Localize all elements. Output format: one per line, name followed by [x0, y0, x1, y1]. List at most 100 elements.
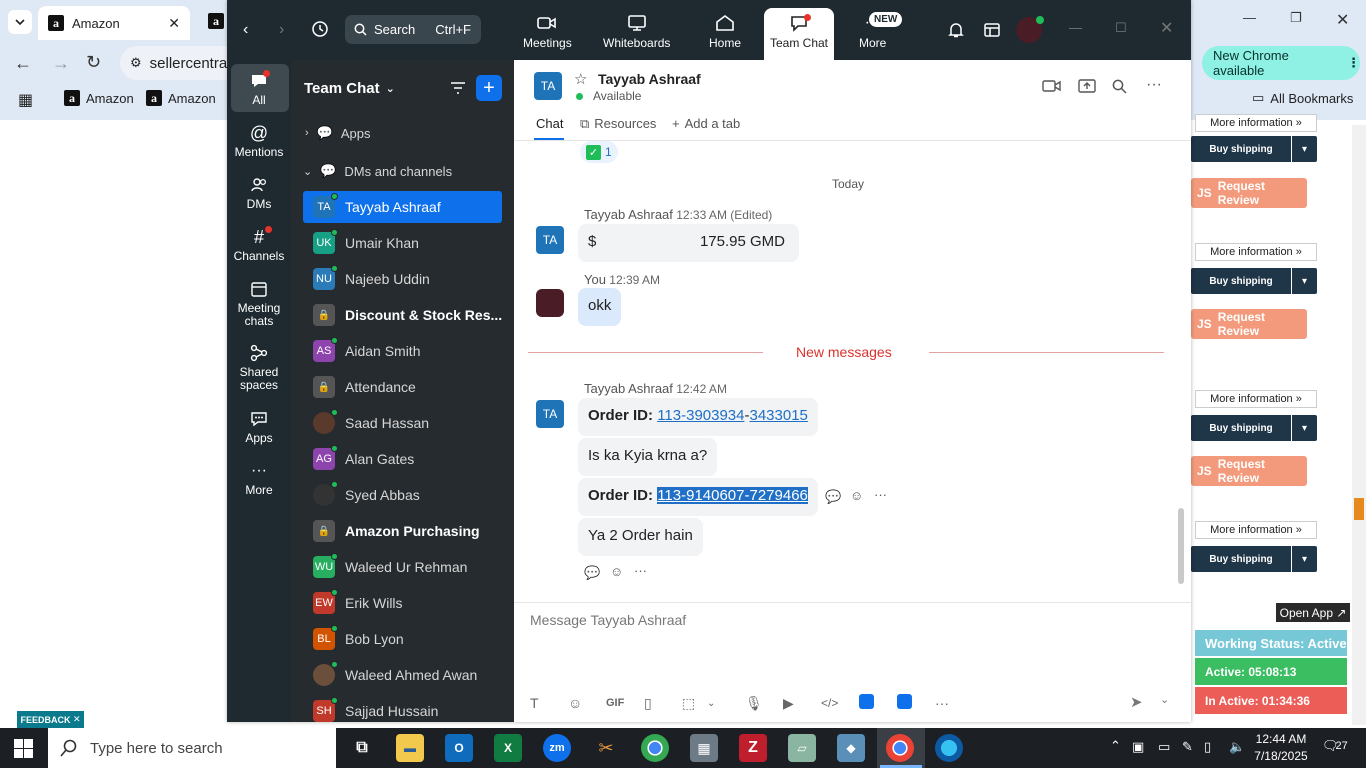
rail-more[interactable]: ··· More [227, 462, 291, 497]
star-icon[interactable]: ☆ [574, 70, 587, 88]
excel-icon[interactable]: X [494, 734, 522, 762]
all-bookmarks[interactable]: ▭ All Bookmarks [1252, 90, 1353, 106]
nav-meetings[interactable]: Meetings [523, 14, 572, 50]
task-view-icon[interactable]: ⧉ [348, 734, 376, 762]
chat-scrollbar[interactable] [1178, 508, 1184, 584]
search-icon[interactable] [1112, 79, 1127, 94]
request-review-button[interactable]: JS Request Review [1191, 456, 1307, 486]
app-icon-1[interactable] [859, 694, 897, 712]
contact-item[interactable]: Syed Abbas [303, 479, 502, 511]
message-bubble[interactable]: Order ID: 113-3903934-3433015 [578, 398, 818, 436]
new-chrome-available-button[interactable]: New Chrome available ⋮ [1202, 46, 1360, 80]
rail-channels[interactable]: # Channels [227, 226, 291, 263]
buy-shipping-button[interactable]: Buy shipping ▾ [1191, 136, 1317, 162]
message-bubble[interactable]: okk [578, 288, 622, 326]
apps-icon[interactable]: ▦ [18, 90, 33, 110]
rail-all[interactable]: All [227, 70, 291, 107]
address-bar[interactable]: ⚙ sellercentra [120, 46, 240, 80]
forward-button[interactable]: → [52, 53, 70, 74]
order-link[interactable]: 3433015 [750, 407, 808, 424]
contact-item[interactable]: UK Umair Khan [303, 227, 502, 259]
site-info-icon[interactable]: ⚙ [130, 55, 142, 71]
contact-item[interactable]: NU Najeeb Uddin [303, 263, 502, 295]
scroll-handle[interactable] [1354, 498, 1364, 520]
zoom-app-icon[interactable]: zm [543, 734, 571, 762]
contact-item[interactable]: TA Tayyab Ashraaf [303, 191, 502, 223]
send-button[interactable]: ➤ [1130, 693, 1143, 711]
zoom-search-box[interactable]: Search Ctrl+F [345, 15, 481, 44]
buy-shipping-button[interactable]: Buy shipping ▾ [1191, 415, 1317, 441]
outlook-icon[interactable]: O [445, 734, 473, 762]
calculator-icon[interactable]: ▦ [690, 734, 718, 762]
volume-icon[interactable]: 🔈 [1229, 739, 1245, 755]
snip-icon[interactable]: ✂ [592, 734, 620, 762]
buy-shipping-button[interactable]: Buy shipping ▾ [1191, 268, 1317, 294]
more-information-link[interactable]: More information » [1195, 243, 1317, 261]
code-block-icon[interactable]: </> [821, 696, 859, 710]
chevron-down-icon[interactable]: ⌄ [707, 698, 745, 709]
notifications-bell-icon[interactable] [947, 21, 965, 39]
dm-section-toggle[interactable]: ⌄ 💬 DMs and channels [303, 163, 452, 179]
emoji-icon[interactable]: ☺ [568, 695, 606, 711]
order-link[interactable]: 7279466 [749, 487, 808, 504]
minimize-chrome-button[interactable]: — [1243, 10, 1256, 25]
reload-button[interactable]: ↻ [86, 52, 101, 73]
buy-shipping-button[interactable]: Buy shipping ▾ [1191, 546, 1317, 572]
pen-icon[interactable]: ✎ [1182, 739, 1193, 755]
nav-home[interactable]: Home [709, 14, 741, 50]
history-icon[interactable] [311, 20, 329, 38]
video-call-icon[interactable] [1042, 78, 1062, 94]
zoom-forward-button[interactable]: › [279, 21, 284, 39]
tab-search-button[interactable] [8, 10, 32, 34]
order-link[interactable]: 113-3903934 [657, 407, 744, 424]
app-icon-blue[interactable]: ◆ [837, 734, 865, 762]
request-review-button[interactable]: JS Request Review [1191, 309, 1307, 339]
amazon-favicon-icon[interactable]: a [208, 13, 224, 29]
emoji-react-icon[interactable]: ☺ [610, 564, 623, 579]
contact-item[interactable]: AS Aidan Smith [303, 335, 502, 367]
nav-whiteboards[interactable]: Whiteboards [603, 14, 670, 50]
tab-chat[interactable]: Chat [536, 116, 563, 131]
chrome-icon[interactable] [641, 734, 669, 762]
page-scrollbar[interactable] [1352, 125, 1366, 725]
contact-item[interactable]: WU Waleed Ur Rehman [303, 551, 502, 583]
team-chat-dropdown[interactable]: Team Chat ⌄ [304, 80, 395, 97]
more-actions-icon[interactable]: ··· [634, 563, 647, 578]
feedback-button[interactable]: FEEDBACK ✕ [17, 711, 84, 728]
tab-resources[interactable]: ⧉ Resources [580, 116, 656, 132]
more-information-link[interactable]: More information » [1195, 390, 1317, 408]
filezilla-icon[interactable]: Z [739, 734, 767, 762]
contact-item[interactable]: BL Bob Lyon [303, 623, 502, 655]
file-explorer-icon[interactable]: ▬ [396, 734, 424, 762]
contact-name[interactable]: Tayyab Ashraaf [598, 71, 701, 87]
text-format-icon[interactable]: T [530, 695, 568, 711]
browser-tab-amazon[interactable]: a Amazon ✕ [38, 6, 190, 40]
chrome-icon[interactable] [886, 734, 914, 762]
share-screen-icon[interactable] [1077, 78, 1097, 94]
message-bubble[interactable]: Is ka Kyia krna a? [578, 438, 718, 476]
contact-item[interactable]: 🔒 Attendance [303, 371, 502, 403]
reaction-chip[interactable]: ✓ 1 [580, 141, 618, 163]
order-link[interactable]: 113-9140607 [657, 487, 745, 504]
message-bubble[interactable]: Ya 2 Order hain [578, 518, 703, 556]
reply-icon[interactable]: 💬 [584, 565, 600, 581]
reply-icon[interactable]: 💬 [825, 489, 841, 505]
contact-item[interactable]: 🔒 Discount & Stock Res... [303, 299, 502, 331]
message-bubble[interactable]: Order ID: 113-9140607-7279466 [578, 478, 818, 516]
start-button[interactable] [14, 739, 33, 758]
nav-team-chat[interactable]: Team Chat [764, 8, 834, 60]
app-icon-green[interactable]: ▱ [788, 734, 816, 762]
bookmark-amazon-1[interactable]: a Amazon [64, 90, 134, 106]
microphone-icon[interactable]: 🎙 [745, 695, 783, 712]
screenshot-icon[interactable]: ⬚ [682, 695, 707, 712]
rail-apps[interactable]: Apps [227, 410, 291, 445]
file-icon[interactable]: ▯ [644, 695, 682, 712]
network-icon[interactable]: ▯ [1204, 739, 1211, 755]
close-chrome-button[interactable]: ✕ [1336, 10, 1349, 30]
show-hidden-icons[interactable]: ⌃ [1110, 738, 1121, 754]
tray-icon-1[interactable]: ▣ [1132, 739, 1144, 755]
rail-dms[interactable]: DMs [227, 176, 291, 211]
message-input[interactable]: Message Tayyab Ashraaf [530, 612, 1170, 682]
more-options-icon[interactable]: ··· [1146, 76, 1162, 94]
contact-item[interactable]: Saad Hassan [303, 407, 502, 439]
